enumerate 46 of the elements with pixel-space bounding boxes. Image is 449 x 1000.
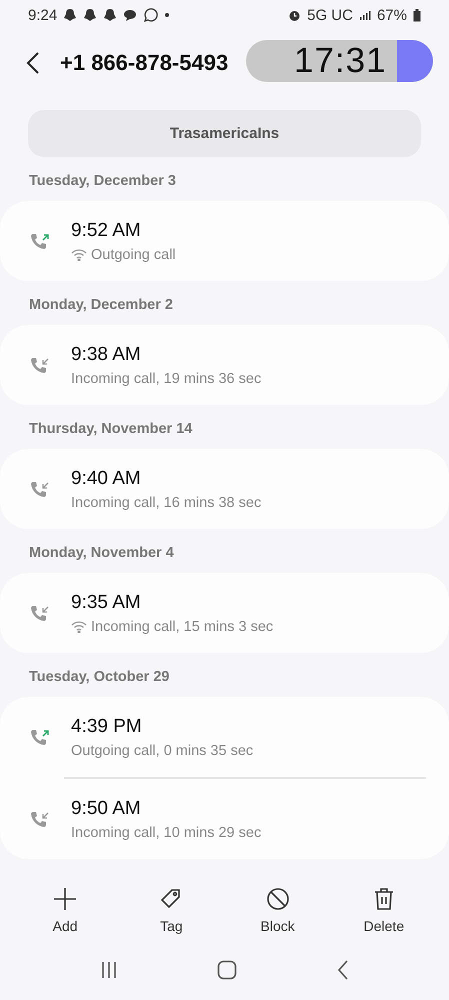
call-time: 9:40 AM bbox=[71, 468, 142, 490]
tag-button[interactable]: Tag bbox=[131, 886, 212, 934]
date-header: Tuesday, October 29 bbox=[28, 669, 170, 687]
call-detail: Outgoing call bbox=[91, 246, 176, 262]
network-type: 5G UC bbox=[307, 6, 353, 24]
contact-label-button[interactable]: TrasamericaIns bbox=[28, 110, 421, 157]
delete-button[interactable]: Delete bbox=[344, 886, 424, 934]
overlay-handle[interactable] bbox=[397, 40, 433, 82]
wifi-icon bbox=[71, 248, 87, 260]
block-icon bbox=[264, 886, 291, 912]
recent-apps-button[interactable] bbox=[100, 961, 118, 979]
add-button[interactable]: Add bbox=[25, 886, 106, 934]
battery-percent: 67% bbox=[376, 6, 407, 24]
call-detail: Incoming call, 15 mins 3 sec bbox=[91, 618, 274, 634]
call-time: 4:39 PM bbox=[71, 716, 143, 738]
call-detail: Incoming call, 16 mins 38 sec bbox=[71, 494, 262, 510]
status-time: 9:24 bbox=[28, 6, 58, 24]
date-header: Thursday, November 14 bbox=[28, 421, 194, 439]
call-time: 9:50 AM bbox=[71, 798, 142, 820]
back-nav-button[interactable] bbox=[337, 960, 350, 980]
date-header: Monday, November 4 bbox=[28, 545, 175, 563]
incoming-call-icon bbox=[29, 355, 49, 375]
signal-icon bbox=[358, 10, 371, 20]
alarm-icon bbox=[288, 8, 302, 22]
timer-text: 17:31 bbox=[294, 41, 387, 81]
call-detail: Incoming call, 19 mins 36 sec bbox=[71, 370, 262, 386]
call-time: 9:35 AM bbox=[71, 592, 142, 614]
call-time: 9:38 AM bbox=[71, 344, 142, 366]
incoming-call-icon bbox=[29, 603, 49, 623]
plus-icon bbox=[52, 886, 78, 912]
battery-icon bbox=[413, 8, 421, 22]
wifi-icon bbox=[71, 620, 87, 632]
date-header: Tuesday, December 3 bbox=[28, 173, 177, 191]
incoming-call-icon bbox=[29, 809, 49, 829]
dot-icon bbox=[164, 12, 170, 18]
phone-number-title: +1 866-878-5493 bbox=[60, 50, 228, 76]
chat-icon bbox=[123, 8, 138, 22]
outgoing-call-icon bbox=[29, 727, 49, 747]
incoming-call-icon bbox=[29, 479, 49, 499]
call-time: 9:52 AM bbox=[71, 220, 142, 242]
call-detail: Incoming call, 10 mins 29 sec bbox=[71, 824, 262, 840]
home-button[interactable] bbox=[217, 960, 238, 980]
call-detail: Outgoing call, 0 mins 35 sec bbox=[71, 742, 254, 758]
outgoing-call-icon bbox=[29, 231, 49, 251]
date-header: Monday, December 2 bbox=[28, 297, 174, 315]
block-button[interactable]: Block bbox=[238, 886, 318, 934]
